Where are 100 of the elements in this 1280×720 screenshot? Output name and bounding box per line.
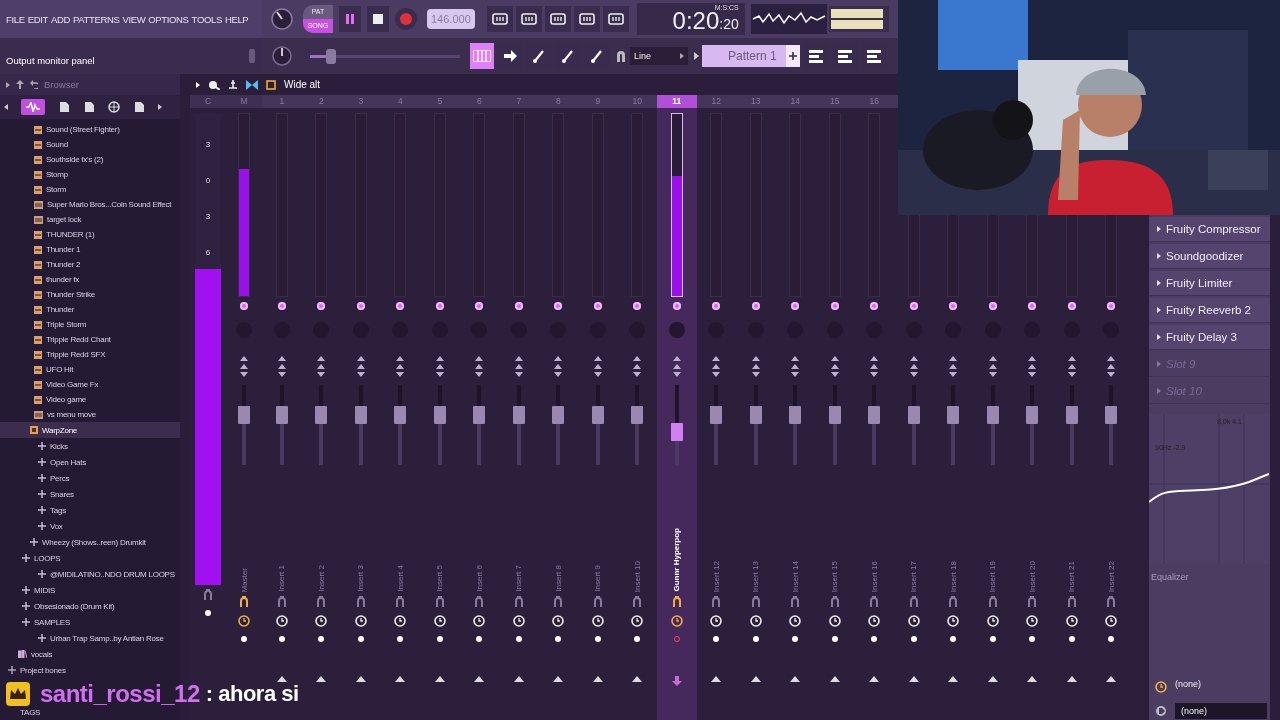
route-icon[interactable]: [829, 596, 840, 608]
up-caret-icon[interactable]: [276, 676, 287, 682]
browser-item[interactable]: Thunder 2: [0, 257, 180, 272]
track-name[interactable]: Insert 1: [277, 565, 287, 592]
menu-item[interactable]: OPTIONS: [148, 13, 189, 25]
route-icon[interactable]: [948, 596, 959, 608]
menu-item[interactable]: EDIT: [27, 13, 48, 25]
volume-fader-handle[interactable]: [710, 406, 723, 425]
pan-dot[interactable]: [435, 302, 444, 310]
master-pitch-knob[interactable]: [272, 46, 292, 66]
route-icon[interactable]: [1066, 596, 1077, 608]
pan-dot[interactable]: [317, 302, 326, 310]
record-arm-dot[interactable]: [1108, 636, 1115, 642]
up-caret-icon[interactable]: [474, 676, 485, 682]
up-caret-icon[interactable]: [750, 676, 761, 682]
browser-item[interactable]: Video Game Fx: [0, 377, 180, 392]
stereo-icon[interactable]: [672, 356, 681, 378]
track-name[interactable]: Insert 14: [790, 560, 800, 592]
effect-slot[interactable]: Fruity Limiter: [1149, 271, 1270, 296]
track-name[interactable]: Insert 16: [869, 560, 879, 592]
up-caret-icon[interactable]: [869, 676, 880, 682]
route-icon[interactable]: [513, 596, 524, 608]
file-icon[interactable]: [58, 101, 70, 113]
record-arm-dot[interactable]: [555, 636, 562, 642]
toolbar-button[interactable]: [573, 6, 600, 32]
volume-fader-handle[interactable]: [1105, 406, 1118, 425]
up-caret-icon[interactable]: [316, 676, 327, 682]
stereo-icon[interactable]: [514, 356, 523, 378]
globe-icon[interactable]: [108, 101, 120, 113]
browser-item[interactable]: Thunder Strike: [0, 287, 180, 302]
browser-item[interactable]: LOOPS: [0, 550, 180, 566]
browser-item[interactable]: WarpZone: [0, 422, 180, 438]
pan-dot[interactable]: [791, 302, 800, 310]
volume-fader-handle[interactable]: [631, 406, 644, 425]
track-name[interactable]: Insert 13: [751, 560, 761, 592]
browser-item[interactable]: Percs: [0, 470, 180, 486]
volume-fader-handle[interactable]: [433, 406, 446, 425]
pan-dot[interactable]: [751, 302, 760, 310]
menu-item[interactable]: FILE: [6, 13, 25, 25]
pan-dot[interactable]: [356, 302, 365, 310]
stereo-icon[interactable]: [475, 356, 484, 378]
browser-item[interactable]: Open Hats: [0, 454, 180, 470]
record-arm-dot[interactable]: [594, 636, 601, 642]
stereo-icon[interactable]: [830, 356, 839, 378]
browser-item[interactable]: Sound (Street Fighter): [0, 122, 180, 137]
record-arm-dot[interactable]: [397, 636, 404, 642]
browser-item[interactable]: MIDIS: [0, 582, 180, 598]
pan-dot[interactable]: [672, 302, 681, 310]
track-name[interactable]: Insert 17: [909, 560, 919, 592]
up-arrow-icon[interactable]: [16, 80, 24, 89]
magnet-icon[interactable]: [616, 50, 626, 62]
volume-fader-handle[interactable]: [947, 406, 960, 425]
route-icon[interactable]: [632, 596, 643, 608]
browser-item[interactable]: vocals: [0, 646, 180, 662]
route-icon[interactable]: [434, 596, 445, 608]
volume-fader-handle[interactable]: [552, 406, 565, 425]
record-arm-dot[interactable]: [634, 636, 641, 642]
up-caret-icon[interactable]: [553, 676, 564, 682]
browser-item[interactable]: Storm: [0, 182, 180, 197]
route-icon[interactable]: [203, 589, 213, 601]
browser-item[interactable]: UFO Hit: [0, 362, 180, 377]
route-icon[interactable]: [671, 596, 682, 608]
browser-item[interactable]: target lock: [0, 212, 180, 227]
record-arm-dot[interactable]: [989, 636, 996, 642]
track-name[interactable]: Insert 18: [948, 560, 958, 592]
up-caret-icon[interactable]: [948, 676, 959, 682]
browser-item[interactable]: Thunder 1: [0, 242, 180, 257]
route-icon[interactable]: [869, 596, 880, 608]
menu-item[interactable]: VIEW: [122, 13, 146, 25]
route-icon[interactable]: [908, 596, 919, 608]
route-icon[interactable]: [1027, 596, 1038, 608]
stereo-icon[interactable]: [356, 356, 365, 378]
pause-button[interactable]: [339, 6, 361, 32]
track-name[interactable]: Insert 2: [316, 565, 326, 592]
route-icon[interactable]: [316, 596, 327, 608]
up-caret-icon[interactable]: [434, 676, 445, 682]
track-name[interactable]: Insert 15: [830, 560, 840, 592]
pan-dot[interactable]: [909, 302, 918, 310]
record-arm-dot[interactable]: [752, 636, 759, 642]
toolbar-button[interactable]: [486, 6, 513, 32]
output-field[interactable]: (none): [1175, 703, 1267, 719]
pan-dot[interactable]: [949, 302, 958, 310]
browser-item[interactable]: Triple Storm: [0, 317, 180, 332]
effect-slot[interactable]: Fruity Reeverb 2: [1149, 298, 1270, 323]
volume-fader-handle[interactable]: [1026, 406, 1039, 425]
pan-dot[interactable]: [1107, 302, 1116, 310]
anchor-icon[interactable]: [228, 79, 238, 90]
pan-dot[interactable]: [240, 302, 248, 310]
pan-dot[interactable]: [593, 302, 602, 310]
route-icon[interactable]: [592, 596, 603, 608]
volume-fader-handle[interactable]: [512, 406, 525, 425]
track-name[interactable]: Gunnr Hyperpop: [672, 528, 682, 592]
up-caret-icon[interactable]: [987, 676, 998, 682]
pan-dot[interactable]: [712, 302, 721, 310]
route-icon[interactable]: [276, 596, 287, 608]
record-arm-dot[interactable]: [713, 636, 720, 642]
pitch-slider-handle[interactable]: [326, 48, 336, 64]
browser-item[interactable]: Kicks: [0, 438, 180, 454]
browser-item[interactable]: Snares: [0, 486, 180, 502]
record-arm-dot[interactable]: [278, 636, 285, 642]
